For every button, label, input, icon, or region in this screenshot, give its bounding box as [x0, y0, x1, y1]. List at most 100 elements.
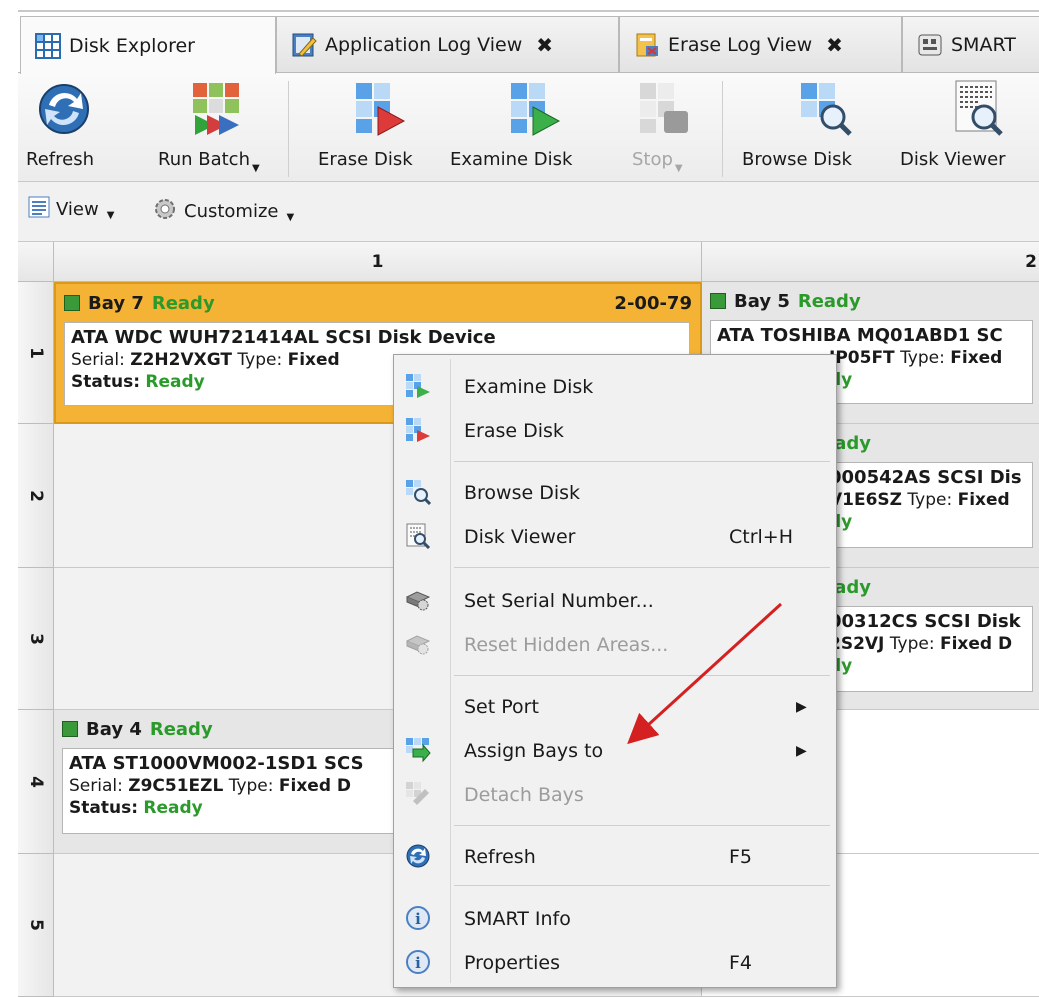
browse-disk-icon	[405, 479, 432, 506]
erase-disk-button[interactable]: Erase Disk	[312, 73, 422, 183]
tab-label: Disk Explorer	[69, 34, 195, 57]
browse-disk-label: Browse Disk	[742, 149, 852, 170]
svg-text:i: i	[415, 954, 421, 972]
menu-label: Reset Hidden Areas...	[464, 634, 669, 656]
row-header-4: 4	[18, 710, 54, 854]
disk-device-name: ATA TOSHIBA MQ01ABD1 SC	[717, 325, 1003, 346]
examine-disk-label: Examine Disk	[450, 149, 573, 170]
refresh-button[interactable]: Refresh	[22, 73, 102, 183]
bay-name: Bay 4	[86, 718, 142, 740]
erase-disk-icon	[352, 79, 410, 137]
bay-state: Ready	[797, 290, 861, 312]
menu-label: Properties	[464, 952, 561, 974]
log-icon	[291, 32, 317, 58]
refresh-icon	[405, 843, 431, 869]
menu-separator	[454, 461, 830, 462]
menu-item-assign-bays-to[interactable]: Assign Bays to ▶	[396, 731, 834, 771]
tab-erase-log-view[interactable]: Erase Log View ✖	[619, 16, 902, 72]
examine-disk-button[interactable]: Examine Disk	[446, 73, 586, 183]
run-batch-label: Run Batch ▼	[158, 149, 260, 174]
menu-item-browse-disk[interactable]: Browse Disk	[396, 473, 834, 513]
stop-button[interactable]: Stop ▼	[618, 73, 708, 183]
context-menu: Examine Disk Erase Disk Browse Disk Disk…	[393, 354, 837, 988]
tab-smart[interactable]: SMART	[902, 16, 1039, 72]
menu-separator	[454, 825, 830, 826]
menu-label: Set Serial Number...	[464, 590, 654, 612]
stop-label: Stop ▼	[632, 149, 683, 174]
smart-icon	[917, 32, 943, 58]
disk-viewer-label: Disk Viewer	[900, 149, 1006, 170]
view-bar: View ▼ Customize ▼	[18, 182, 1039, 242]
refresh-label: Refresh	[26, 149, 94, 170]
menu-label: Examine Disk	[464, 376, 594, 398]
browse-disk-icon	[797, 79, 855, 137]
menu-item-examine-disk[interactable]: Examine Disk	[396, 367, 834, 407]
ribbon-toolbar: Refresh Run Batch ▼ Erase Disk Examine Di…	[18, 72, 1039, 182]
tab-disk-explorer[interactable]: Disk Explorer	[20, 16, 276, 74]
drive-settings-icon	[405, 587, 431, 613]
submenu-arrow-icon: ▶	[796, 743, 807, 759]
tab-bar-border	[18, 10, 1039, 12]
bay-port: 2-00-79	[614, 292, 692, 314]
close-icon[interactable]: ✖	[826, 33, 843, 57]
gear-icon	[152, 196, 178, 227]
menu-separator	[454, 675, 830, 676]
tab-label: Erase Log View	[668, 33, 813, 56]
menu-separator	[454, 885, 830, 886]
menu-label: Erase Disk	[464, 420, 564, 442]
ribbon-separator	[722, 81, 723, 177]
info-icon: i	[405, 949, 431, 975]
view-menu-button[interactable]: View ▼	[28, 196, 114, 223]
menu-separator	[454, 567, 830, 568]
disk-viewer-icon	[405, 523, 431, 550]
row-header-1: 1	[18, 282, 54, 424]
bay-header: Bay 7 Ready 2-00-79	[56, 284, 700, 322]
menu-item-refresh[interactable]: Refresh F5	[396, 837, 834, 877]
menu-item-smart-info[interactable]: i SMART Info	[396, 899, 834, 939]
svg-text:i: i	[415, 910, 421, 928]
menu-label: Detach Bays	[464, 784, 584, 806]
bay-name: Bay 7	[88, 292, 144, 314]
tab-application-log-view[interactable]: Application Log View ✖	[276, 16, 619, 72]
erase-disk-label: Erase Disk	[318, 149, 413, 170]
menu-shortcut: F5	[729, 846, 753, 868]
menu-item-set-serial-number[interactable]: Set Serial Number...	[396, 581, 834, 621]
bay-header: Bay 5 Ready	[702, 282, 1039, 320]
menu-item-disk-viewer[interactable]: Disk Viewer Ctrl+H	[396, 517, 834, 557]
menu-shortcut: Ctrl+H	[729, 526, 794, 548]
menu-label: Disk Viewer	[464, 526, 576, 548]
assign-bays-icon	[405, 737, 431, 763]
stop-icon	[636, 79, 694, 137]
info-icon: i	[405, 905, 431, 931]
refresh-icon	[35, 79, 93, 137]
browse-disk-button[interactable]: Browse Disk	[736, 73, 876, 183]
run-batch-button[interactable]: Run Batch ▼	[154, 73, 274, 183]
row-header-5: 5	[18, 854, 54, 997]
menu-item-properties[interactable]: i Properties F4	[396, 943, 834, 983]
status-led-icon	[710, 293, 726, 309]
menu-icon-gutter	[450, 359, 451, 983]
column-header-2: 2	[702, 242, 1039, 282]
drive-settings-icon	[405, 631, 431, 657]
customize-menu-button[interactable]: Customize ▼	[152, 196, 294, 227]
chevron-down-icon: ▼	[106, 210, 115, 221]
disk-viewer-button[interactable]: Disk Viewer	[896, 73, 1026, 183]
menu-item-reset-hidden-areas[interactable]: Reset Hidden Areas...	[396, 625, 834, 665]
view-label: View	[56, 199, 99, 220]
menu-label: Set Port	[464, 696, 539, 718]
menu-label: Assign Bays to	[464, 740, 604, 762]
tab-label: SMART	[951, 33, 1016, 56]
menu-item-erase-disk[interactable]: Erase Disk	[396, 411, 834, 451]
menu-item-set-port[interactable]: Set Port ▶	[396, 687, 834, 727]
bay-state: Ready	[149, 718, 213, 740]
close-icon[interactable]: ✖	[536, 33, 553, 57]
menu-label: SMART Info	[464, 908, 571, 930]
erase-disk-icon	[405, 417, 431, 443]
menu-item-detach-bays[interactable]: Detach Bays	[396, 775, 834, 815]
row-header-2: 2	[18, 424, 54, 568]
examine-disk-icon	[405, 373, 431, 399]
view-icon	[28, 196, 50, 223]
run-batch-icon	[185, 79, 243, 137]
status-led-icon	[64, 295, 80, 311]
chevron-down-icon: ▼	[286, 212, 295, 223]
